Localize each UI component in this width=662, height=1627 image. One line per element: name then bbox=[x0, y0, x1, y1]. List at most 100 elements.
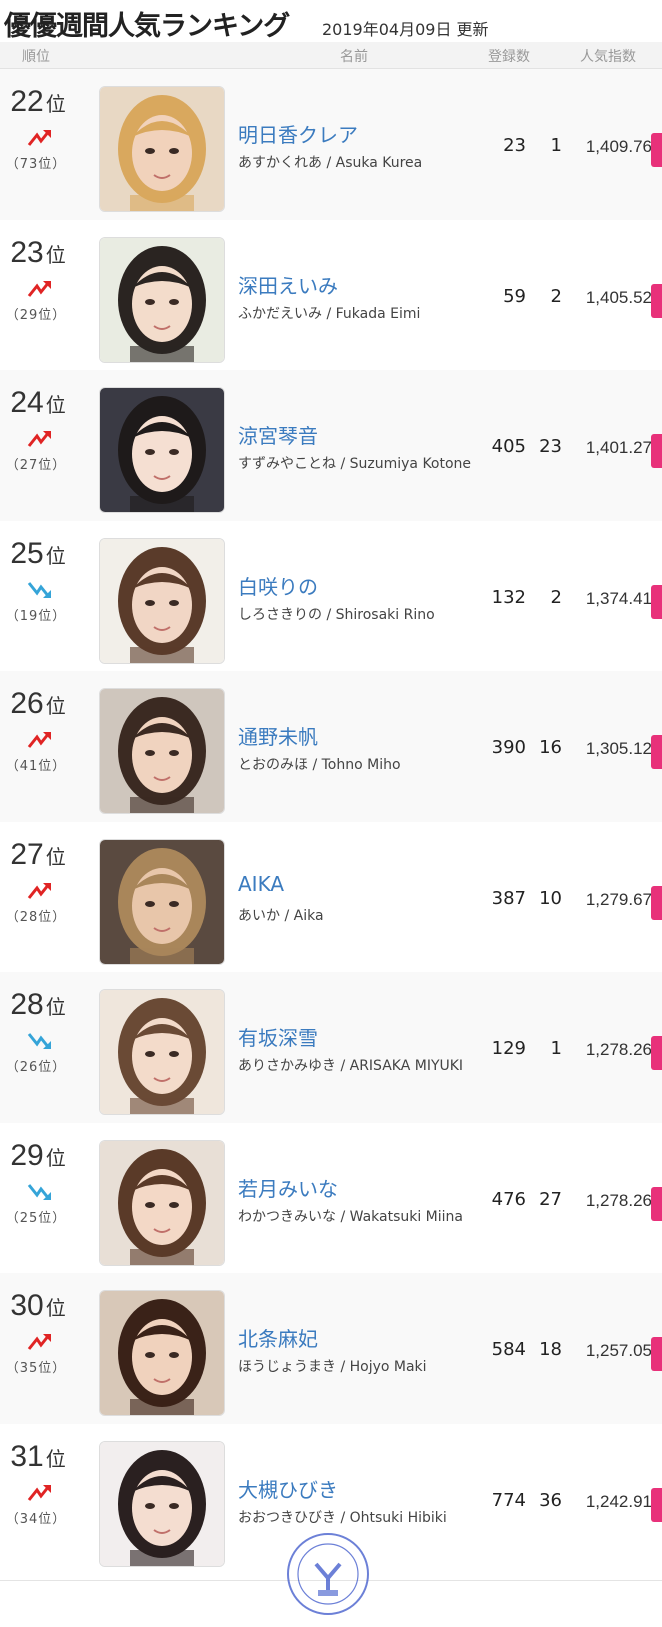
table-row[interactable]: 27 位 （28位） AIKA あいか / Aika 387 10 1,279.67 bbox=[0, 821, 662, 979]
actress-reading: すずみやことね / Suzumiya Kotone bbox=[238, 456, 472, 472]
rank-suffix: 位 bbox=[45, 92, 66, 116]
rank: 23 位 bbox=[4, 236, 72, 270]
popularity-index: 1,305.12 bbox=[585, 739, 652, 758]
rank: 27 位 bbox=[4, 838, 72, 872]
portrait-photo[interactable] bbox=[99, 1139, 225, 1266]
portrait-photo[interactable] bbox=[99, 1440, 225, 1567]
registered-count: 132 bbox=[491, 586, 526, 608]
popularity-bar bbox=[651, 885, 662, 920]
actress-name-link[interactable]: 明日香クレア bbox=[238, 119, 358, 148]
registered-delta: 23 bbox=[539, 436, 562, 457]
popularity-bar bbox=[651, 434, 662, 468]
registered-delta: 1 bbox=[550, 135, 562, 156]
popularity-bar bbox=[651, 1487, 662, 1522]
table-row[interactable]: 24 位 （27位） 涼宮琴音 すずみやことね / Suzumiya Kotone 405… bbox=[0, 370, 662, 527]
portrait-photo[interactable] bbox=[99, 86, 225, 212]
popularity-index: 1,374.41 bbox=[585, 588, 652, 608]
actress-name-link[interactable]: 有坂深雪 bbox=[238, 1022, 318, 1051]
table-row[interactable]: 22 位 （73位） 明日香クレア あすかくれあ / Asuka Kurea 23 1 1,4… bbox=[0, 69, 662, 226]
trend-up-icon bbox=[27, 280, 51, 297]
table-row[interactable]: 26 位 （41位） 通野未帆 とおのみほ / Tohno Miho 390 16 1,305… bbox=[0, 671, 662, 828]
column-name: 名前 bbox=[340, 49, 368, 65]
previous-rank: （73位） bbox=[5, 157, 67, 172]
registered-delta: 2 bbox=[550, 285, 562, 307]
actress-name-link[interactable]: 通野未帆 bbox=[238, 721, 318, 750]
trend-up-icon bbox=[27, 130, 51, 146]
portrait-photo[interactable] bbox=[99, 688, 225, 814]
trend-down-icon bbox=[27, 1033, 51, 1049]
actress-name-link[interactable]: 北条麻妃 bbox=[238, 1323, 318, 1352]
actress-reading: ほうじょうまき / Hojyo Maki bbox=[238, 1359, 427, 1375]
rank-suffix: 位 bbox=[45, 995, 66, 1019]
popularity-bar bbox=[651, 1036, 662, 1070]
previous-rank: （19位） bbox=[5, 608, 67, 624]
registered-count: 390 bbox=[491, 737, 526, 758]
actress-name-link[interactable]: 若月みいな bbox=[238, 1173, 338, 1202]
rank: 24 位 bbox=[4, 386, 72, 420]
actress-reading: ふかだえいみ / Fukada Eimi bbox=[238, 305, 421, 322]
actress-reading: しろさきりの / Shirosaki Rino bbox=[238, 606, 435, 623]
rank-suffix: 位 bbox=[45, 242, 66, 267]
trend-down-icon bbox=[27, 581, 51, 598]
trend-up-icon bbox=[27, 1484, 51, 1501]
rank: 28 位 bbox=[4, 988, 72, 1022]
actress-reading: あすかくれあ / Asuka Kurea bbox=[238, 155, 423, 171]
table-row[interactable]: 30 位 （35位） 北条麻妃 ほうじょうまき / Hojyo Maki 584 18 1,2… bbox=[0, 1273, 662, 1430]
trend-up-icon bbox=[27, 1334, 51, 1350]
rank-suffix: 位 bbox=[45, 543, 66, 568]
popularity-bar bbox=[651, 1337, 662, 1371]
rank-suffix: 位 bbox=[45, 844, 66, 869]
table-row[interactable]: 25 位 （19位） 白咲りのしろさきりの / Shirosaki Rino 132 2 1… bbox=[0, 520, 662, 678]
registered-delta: 10 bbox=[539, 887, 562, 909]
rank: 25 位 bbox=[4, 537, 72, 571]
trend-up-icon bbox=[27, 431, 51, 447]
portrait-photo[interactable] bbox=[99, 387, 225, 513]
rank: 29 位 bbox=[4, 1139, 72, 1173]
registered-delta: 36 bbox=[539, 1489, 562, 1511]
table-row[interactable]: 23 位 （29位） 深田えいみ ふかだえいみ / Fukada Eimi 59 2 1,40… bbox=[0, 219, 662, 377]
rank-suffix: 位 bbox=[45, 694, 66, 718]
trend-down-icon bbox=[27, 1183, 51, 1200]
column-rank: 順位 bbox=[22, 49, 50, 65]
rank-suffix: 位 bbox=[45, 1145, 66, 1170]
popularity-index: 1,405.52 bbox=[585, 287, 652, 307]
portrait-photo[interactable] bbox=[99, 1290, 225, 1416]
previous-rank: （34位） bbox=[5, 1511, 67, 1527]
registered-count: 774 bbox=[491, 1489, 526, 1511]
rank-number: 22 bbox=[10, 85, 44, 118]
table-row[interactable]: 28 位 （26位） 有坂深雪 ありさかみゆき / ARISAKA MIYUKI 129 1… bbox=[0, 972, 662, 1129]
popularity-bar bbox=[651, 1186, 662, 1221]
registered-delta: 2 bbox=[550, 586, 562, 608]
popularity-bar bbox=[651, 133, 662, 167]
actress-name-link[interactable]: 深田えいみ bbox=[238, 270, 338, 299]
trend-up-icon bbox=[27, 732, 51, 748]
column-index: 人気指数 bbox=[580, 49, 636, 65]
portrait-photo[interactable] bbox=[99, 236, 225, 363]
portrait-photo[interactable] bbox=[99, 838, 225, 965]
portrait-photo[interactable] bbox=[99, 537, 225, 664]
page-header: 優優週間人気ランキング 2019年04月09日 更新 bbox=[0, 0, 662, 42]
popularity-index: 1,278.26 bbox=[585, 1190, 652, 1210]
rank-number: 25 bbox=[10, 536, 44, 570]
previous-rank: （28位） bbox=[5, 909, 67, 925]
previous-rank: （27位） bbox=[5, 458, 67, 473]
popularity-index: 1,409.76 bbox=[585, 137, 652, 156]
popularity-index: 1,279.67 bbox=[585, 889, 652, 909]
actress-reading: とおのみほ / Tohno Miho bbox=[238, 757, 401, 773]
registered-count: 129 bbox=[491, 1038, 526, 1059]
stamp-seal-icon bbox=[287, 1533, 369, 1615]
updated-date: 2019年04月09日 更新 bbox=[322, 20, 489, 39]
rank: 30 位 bbox=[4, 1289, 72, 1323]
actress-name-link[interactable]: AIKA bbox=[238, 872, 284, 896]
rank-suffix: 位 bbox=[45, 1296, 66, 1320]
previous-rank: （26位） bbox=[5, 1060, 67, 1075]
previous-rank: （25位） bbox=[5, 1210, 67, 1226]
portrait-photo[interactable] bbox=[99, 989, 225, 1115]
registered-count: 59 bbox=[503, 285, 526, 307]
actress-reading: あいか / Aika bbox=[238, 907, 324, 924]
rank-number: 26 bbox=[10, 687, 44, 720]
actress-name-link[interactable]: 涼宮琴音 bbox=[238, 420, 318, 449]
actress-name-link[interactable]: 白咲りの bbox=[238, 571, 318, 600]
actress-name-link[interactable]: 大槻ひびき bbox=[238, 1474, 338, 1503]
table-row[interactable]: 29 位 （25位） 若月みいな わかつきみいな / Wakatsuki Miina 47… bbox=[0, 1122, 662, 1280]
